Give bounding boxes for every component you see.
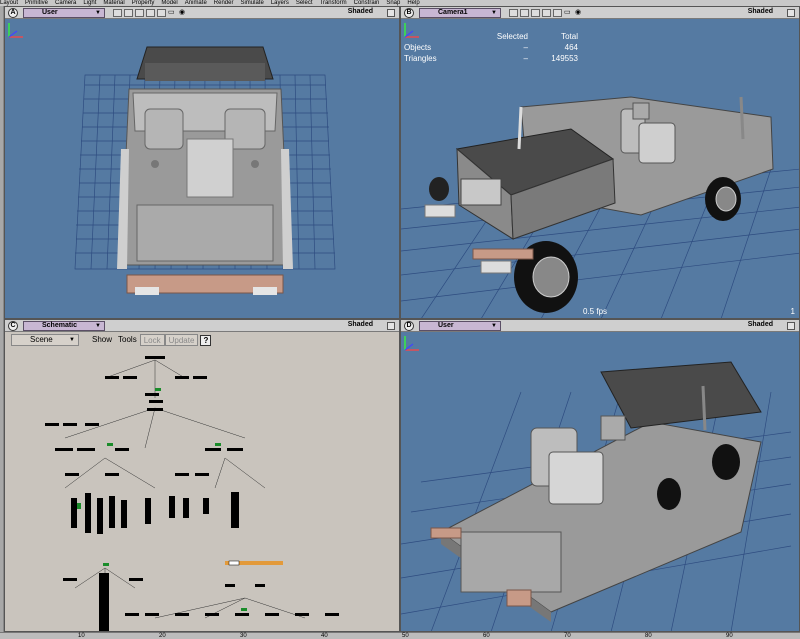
pan-icon[interactable] xyxy=(124,9,133,17)
fps-readout: 0.5 fps xyxy=(583,307,608,316)
viewport-a-camera-label: User xyxy=(42,9,58,16)
stats-objects-selected: – xyxy=(523,43,528,52)
update-button[interactable]: Update xyxy=(164,334,199,346)
lock-button[interactable]: Lock xyxy=(139,334,165,346)
viewport-c-header: C Schematic ▼ Shaded xyxy=(5,320,399,332)
axis-gizmo-icon xyxy=(404,336,419,351)
viewport-a-letter[interactable]: A xyxy=(8,8,18,18)
viewport-b-scene[interactable]: Selected Total Objects – 464 Triangles – 1495… xyxy=(401,19,799,318)
stats-objects-label: Objects xyxy=(404,43,432,52)
stats-triangles-selected: – xyxy=(523,54,528,63)
maximize-icon[interactable] xyxy=(787,322,795,330)
timeline-tick-label: 80 xyxy=(645,633,652,639)
frame-number: 1 xyxy=(790,307,795,316)
viewport-c-view-label: Schematic xyxy=(42,322,78,329)
pan-icon[interactable] xyxy=(520,9,529,17)
eye-icon[interactable]: ◉ xyxy=(575,9,584,17)
viewport-d-display-mode[interactable]: Shaded xyxy=(748,321,773,328)
viewport-b[interactable]: B Camera1 ▼ ▭ ◉ Shaded Selected Total Ob… xyxy=(400,6,800,319)
viewport-a[interactable]: A User ▼ ▭ ◉ Shaded xyxy=(4,6,400,319)
viewport-c-schematic[interactable]: C Schematic ▼ Shaded Scene ▼ Show Tools Lo… xyxy=(4,319,400,632)
viewport-a-header: A User ▼ ▭ ◉ Shaded xyxy=(5,7,399,19)
viewport-b-header: B Camera1 ▼ ▭ ◉ Shaded xyxy=(401,7,799,19)
viewport-b-display-mode[interactable]: Shaded xyxy=(748,8,773,15)
scene-stats-panel: Selected Total Objects – 464 Triangles – 1495… xyxy=(404,31,578,64)
viewport-c-display-mode[interactable]: Shaded xyxy=(348,321,373,328)
viewport-b-letter[interactable]: B xyxy=(404,8,414,18)
chevron-down-icon: ▼ xyxy=(95,10,101,16)
schematic-canvas[interactable]: Scene ▼ Show Tools Lock Update ? xyxy=(5,332,399,631)
viewport-a-scene[interactable] xyxy=(5,19,399,318)
axis-gizmo-icon xyxy=(8,23,23,38)
camera-icon[interactable]: ▭ xyxy=(168,9,177,17)
timeline-tick-label: 70 xyxy=(564,633,571,639)
stats-col-selected: Selected xyxy=(496,32,528,41)
maximize-icon[interactable] xyxy=(787,9,795,17)
resize-icon[interactable] xyxy=(509,9,518,17)
scene-dropdown-label: Scene xyxy=(30,335,53,344)
timeline-tick-label: 50 xyxy=(402,633,409,639)
viewport-b-camera-menu[interactable]: Camera1 ▼ xyxy=(419,8,501,18)
resize-icon[interactable] xyxy=(113,9,122,17)
timeline-tick-label: 10 xyxy=(78,633,85,639)
orbit-icon[interactable] xyxy=(542,9,551,17)
schematic-toolbar: Scene ▼ Show Tools Lock Update ? xyxy=(5,332,399,348)
viewport-d-camera-menu[interactable]: User ▼ xyxy=(419,321,501,331)
scene-dropdown[interactable]: Scene ▼ xyxy=(11,334,79,346)
show-menu[interactable]: Show xyxy=(89,334,115,346)
zoom-icon[interactable] xyxy=(135,9,144,17)
timeline-tick-label: 60 xyxy=(483,633,490,639)
axis-gizmo-icon xyxy=(404,23,419,38)
frame-icon[interactable] xyxy=(553,9,562,17)
zoom-icon[interactable] xyxy=(531,9,540,17)
viewport-a-icons: ▭ ◉ xyxy=(113,9,188,17)
maximize-icon[interactable] xyxy=(387,9,395,17)
viewport-a-display-mode[interactable]: Shaded xyxy=(348,8,373,15)
viewport-d-camera-label: User xyxy=(438,322,454,329)
stats-triangles-label: Triangles xyxy=(404,54,437,63)
viewport-d-header: D User ▼ Shaded xyxy=(401,320,799,332)
help-button[interactable]: ? xyxy=(200,334,212,346)
viewport-c-letter[interactable]: C xyxy=(8,321,18,331)
stats-triangles-total: 149553 xyxy=(551,54,578,63)
viewport-c-view-menu[interactable]: Schematic ▼ xyxy=(23,321,105,331)
viewport-b-icons: ▭ ◉ xyxy=(509,9,584,17)
chevron-down-icon: ▼ xyxy=(491,10,497,16)
stats-objects-total: 464 xyxy=(564,43,578,52)
timeline-tick-label: 30 xyxy=(240,633,247,639)
eye-icon[interactable]: ◉ xyxy=(179,9,188,17)
timeline-ruler[interactable]: 10 20 30 40 50 60 70 80 90 xyxy=(0,632,800,639)
schematic-graph xyxy=(45,356,339,631)
maximize-icon[interactable] xyxy=(387,322,395,330)
camera-icon[interactable]: ▭ xyxy=(564,9,573,17)
timeline-tick-label: 40 xyxy=(321,633,328,639)
viewport-b-render xyxy=(401,96,799,318)
viewport-a-render xyxy=(74,46,336,295)
chevron-down-icon: ▼ xyxy=(95,323,101,329)
orbit-icon[interactable] xyxy=(146,9,155,17)
chevron-down-icon: ▼ xyxy=(69,337,75,343)
tools-menu[interactable]: Tools xyxy=(115,334,140,346)
viewport-d-render xyxy=(401,361,792,631)
viewport-b-camera-label: Camera1 xyxy=(438,9,468,16)
frame-icon[interactable] xyxy=(157,9,166,17)
chevron-down-icon: ▼ xyxy=(491,323,497,329)
stats-col-total: Total xyxy=(561,32,578,41)
viewport-d-letter[interactable]: D xyxy=(404,321,414,331)
viewport-d-scene[interactable] xyxy=(401,332,799,631)
viewport-a-camera-menu[interactable]: User ▼ xyxy=(23,8,105,18)
viewport-d[interactable]: D User ▼ Shaded xyxy=(400,319,800,632)
timeline-tick-label: 20 xyxy=(159,633,166,639)
timeline-tick-label: 90 xyxy=(726,633,733,639)
